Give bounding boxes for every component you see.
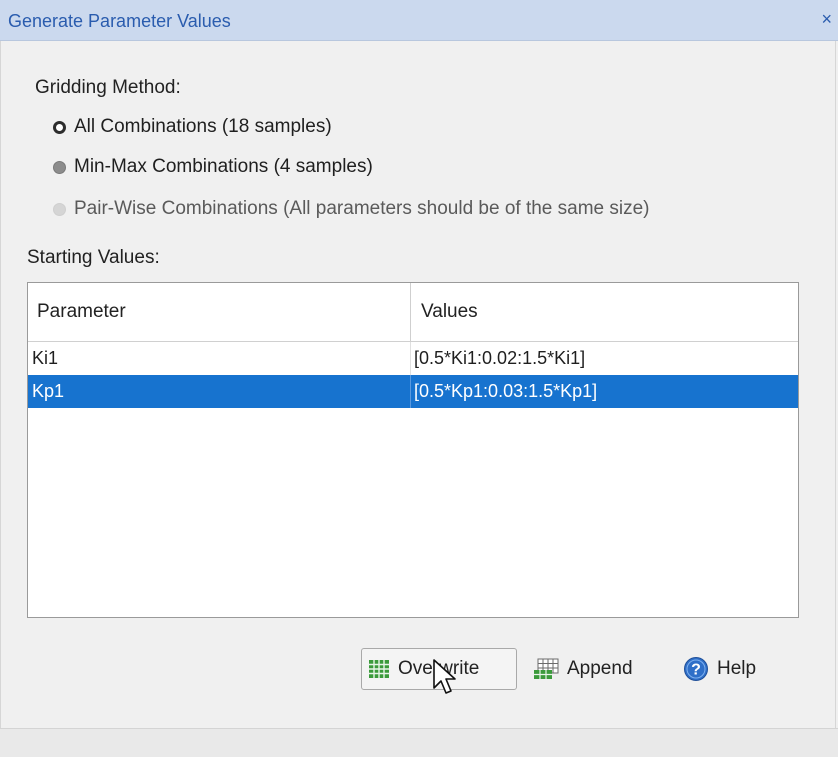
radio-disabled-icon xyxy=(53,202,66,216)
cell-parameter[interactable]: Kp1 xyxy=(28,375,411,408)
radio-label: Pair-Wise Combinations (All parameters s… xyxy=(74,198,650,219)
table-header: Parameter Values xyxy=(28,283,798,342)
append-label: Append xyxy=(567,658,633,679)
help-label: Help xyxy=(717,658,757,679)
column-header-parameter[interactable]: Parameter xyxy=(28,283,411,341)
radio-label: Min-Max Combinations (4 samples) xyxy=(74,156,373,177)
cell-parameter[interactable]: Ki1 xyxy=(28,342,411,375)
append-button[interactable]: Append xyxy=(531,648,663,690)
dialog-body: Gridding Method: All Combinations (18 sa… xyxy=(0,41,836,756)
close-icon[interactable]: × xyxy=(821,9,832,29)
radio-unchecked-icon xyxy=(53,160,66,174)
starting-values-table[interactable]: Parameter Values Ki1 [0.5*Ki1:0.02:1.5*K… xyxy=(27,282,799,618)
starting-values-label: Starting Values: xyxy=(27,247,160,268)
title-bar: Generate Parameter Values × xyxy=(0,0,838,41)
table-row[interactable]: Ki1 [0.5*Ki1:0.02:1.5*Ki1] xyxy=(28,342,798,375)
gridding-method-label: Gridding Method: xyxy=(35,77,181,98)
cell-values[interactable]: [0.5*Kp1:0.03:1.5*Kp1] xyxy=(411,375,798,408)
help-button[interactable]: ? Help xyxy=(681,648,777,690)
status-strip xyxy=(0,728,838,757)
radio-all-combinations[interactable]: All Combinations (18 samples) xyxy=(53,115,332,139)
help-icon: ? xyxy=(684,657,708,681)
mouse-cursor-icon xyxy=(433,659,456,694)
table-row-selected[interactable]: Kp1 [0.5*Kp1:0.03:1.5*Kp1] xyxy=(28,375,798,408)
radio-checked-icon xyxy=(53,120,66,134)
radio-pair-wise-combinations: Pair-Wise Combinations (All parameters s… xyxy=(53,197,650,221)
column-header-values[interactable]: Values xyxy=(411,283,798,341)
cell-values[interactable]: [0.5*Ki1:0.02:1.5*Ki1] xyxy=(411,342,798,375)
svg-text:?: ? xyxy=(691,662,701,679)
window-title: Generate Parameter Values xyxy=(8,11,231,31)
grid-table-add-icon xyxy=(534,658,559,679)
radio-min-max-combinations[interactable]: Min-Max Combinations (4 samples) xyxy=(53,155,373,179)
radio-label: All Combinations (18 samples) xyxy=(74,116,332,137)
grid-table-icon xyxy=(369,660,389,678)
